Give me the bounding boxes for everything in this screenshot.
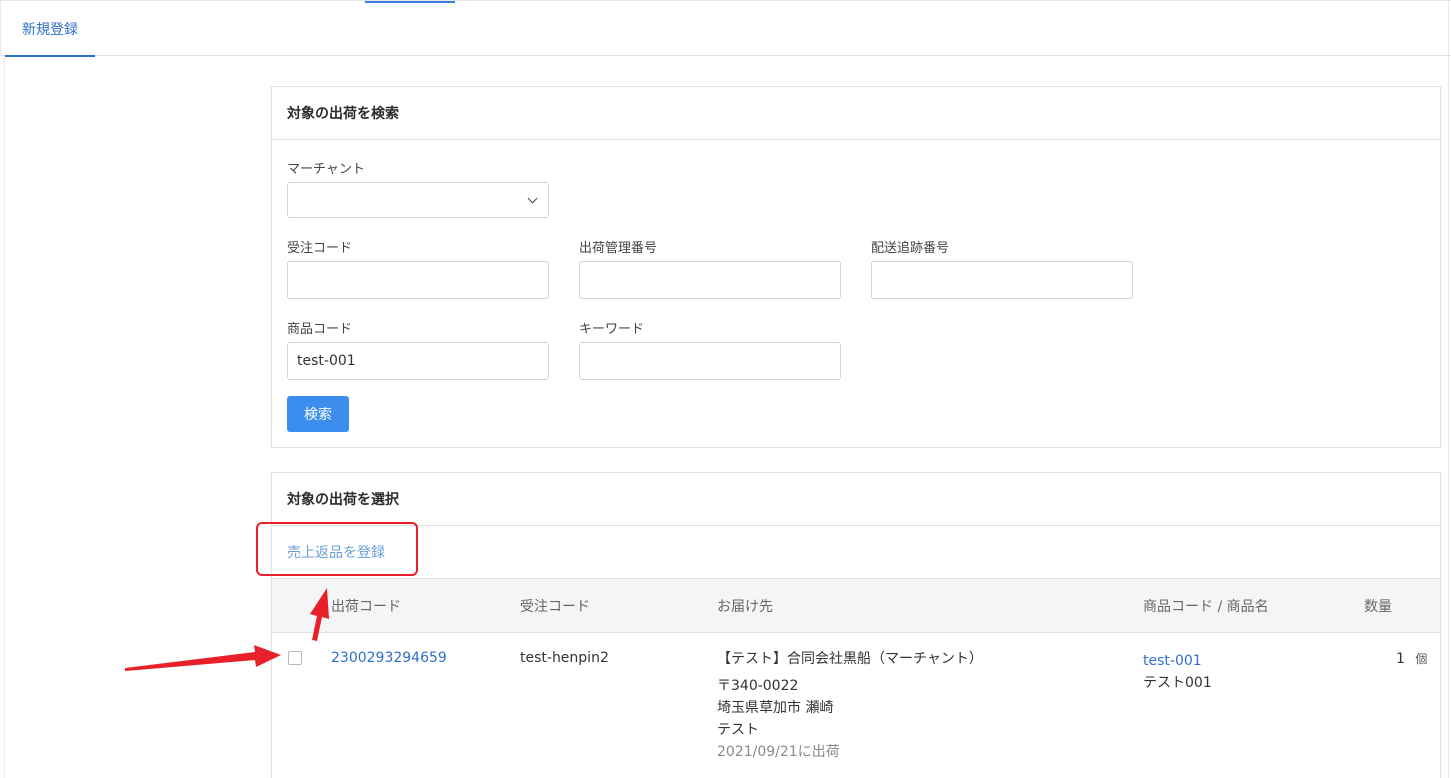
quantity-value: 1 [1396,651,1405,667]
keyword-label: キーワード [579,322,645,337]
product-code-link[interactable]: test-001 [1143,650,1212,672]
column-destination: お届け先 [717,599,773,615]
product-code-input[interactable] [287,342,549,380]
select-shipment-card: 対象の出荷を選択 売上返品を登録 出荷コード 受注コード お届け先 商品コード … [271,472,1441,778]
tracking-number-input[interactable] [871,261,1133,299]
quantity-unit: 個 [1415,652,1428,666]
keyword-input[interactable] [579,342,841,380]
recipient-name: 【テスト】合同会社黒船（マーチャント） [717,651,983,667]
column-shipment-code: 出荷コード [331,599,401,615]
select-card-title: 対象の出荷を選択 [272,473,1440,526]
order-code-label: 受注コード [287,241,353,256]
annotation-highlight-box [256,522,418,576]
address-line: 埼玉県草加市 瀬崎 [717,700,834,716]
quantity-cell: 1 個 [1396,650,1427,667]
search-card: 対象の出荷を検索 マーチャント 受注コード 出荷管理番号 配送追跡番号 商品コー… [271,86,1441,448]
row-select-checkbox[interactable] [288,651,302,665]
arrow-right-icon [125,645,281,671]
order-code-value: test-henpin2 [520,650,609,666]
right-divider [1448,0,1449,778]
action-bar: 売上返品を登録 [272,526,1440,579]
tracking-number-label: 配送追跡番号 [871,241,950,256]
chevron-down-icon [527,193,538,204]
merchant-select[interactable] [287,182,549,218]
search-button[interactable]: 検索 [287,396,349,432]
shipment-number-label: 出荷管理番号 [579,241,658,256]
product-name: テスト001 [1143,675,1212,691]
column-order-code: 受注コード [520,599,590,615]
destination-cell: 【テスト】合同会社黒船（マーチャント） 〒340-0022 埼玉県草加市 瀬崎 … [717,648,1117,763]
postal-code: 〒340-0022 [717,678,799,694]
order-code-input[interactable] [287,261,549,299]
tab-new-registration[interactable]: 新規登録 [5,2,95,57]
top-accent-line [365,1,455,3]
product-code-label: 商品コード [287,322,353,337]
product-cell: test-001 テスト001 [1143,650,1212,694]
top-tab-bar: 新規登録 [0,0,1451,57]
page: 新規登録 対象の出荷を検索 マーチャント 受注コード 出荷管理番号 配送追跡番号… [0,0,1451,778]
column-product: 商品コード / 商品名 [1143,599,1269,615]
shipment-code-link[interactable]: 2300293294659 [331,650,447,666]
shipment-number-input[interactable] [579,261,841,299]
shipped-date: 2021/09/21に出荷 [717,744,840,760]
table-row: 2300293294659 test-henpin2 【テスト】合同会社黒船（マ… [272,633,1440,778]
column-quantity: 数量 [1364,599,1392,615]
address-line-2: テスト [717,722,759,738]
table-header: 出荷コード 受注コード お届け先 商品コード / 商品名 数量 [272,579,1440,633]
search-card-title: 対象の出荷を検索 [272,87,1440,140]
merchant-label: マーチャント [287,162,365,177]
left-divider [4,56,5,778]
